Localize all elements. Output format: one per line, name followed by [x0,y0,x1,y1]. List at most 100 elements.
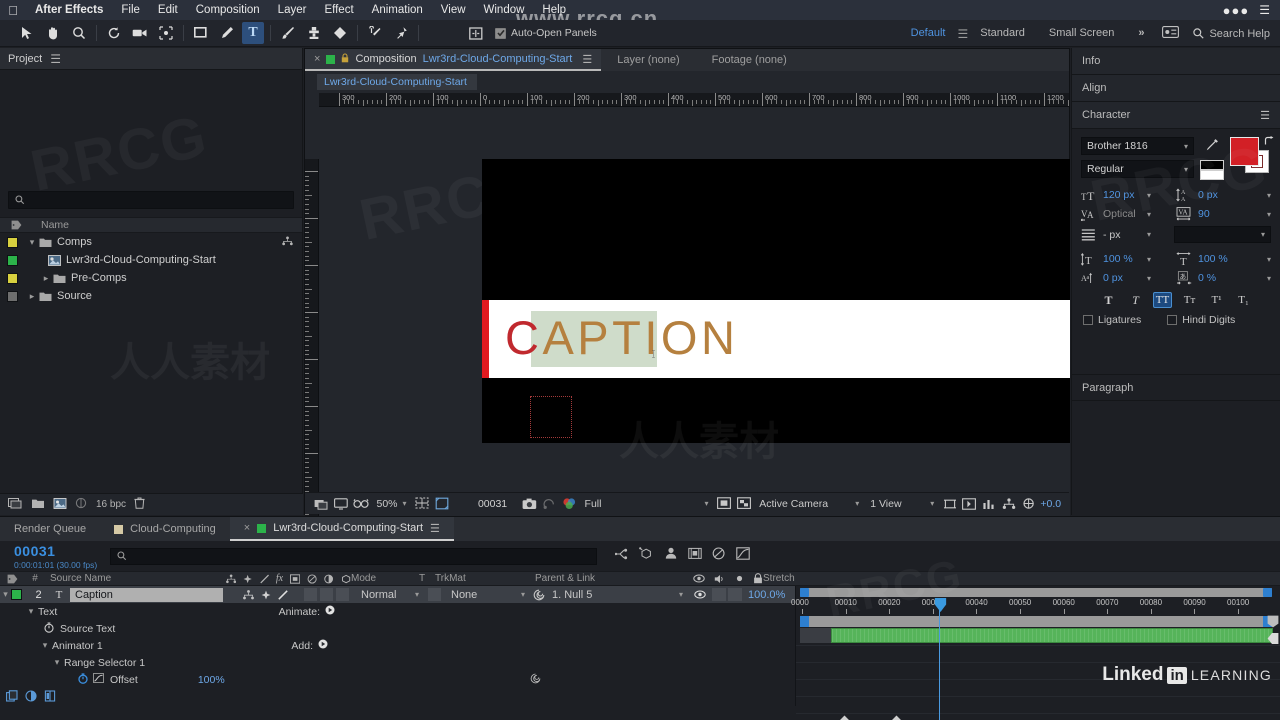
disclosure-open-icon[interactable]: ▾ [24,606,38,617]
column-parent-link[interactable]: Parent & Link [535,573,691,584]
character-panel-header[interactable]: Character ☰ [1072,102,1280,129]
shy-icon[interactable] [282,236,302,249]
swap-colors-icon[interactable] [1264,134,1275,152]
hindi-digits-checkbox[interactable]: Hindi Digits [1167,314,1235,326]
project-row-source[interactable]: ▸ Source [0,287,302,305]
horizontal-scale-value[interactable]: 100 % [1198,253,1242,265]
tracking-value[interactable]: 90 [1198,208,1242,220]
chevron-down-icon[interactable]: ▾ [1267,274,1271,283]
fill-color-swatch[interactable] [1230,137,1259,166]
fast-previews-icon[interactable] [961,496,978,512]
pan-behind-anchor-tool[interactable] [155,22,177,44]
comp-marker-icon[interactable] [1267,615,1279,633]
disclosure-open-icon[interactable]: ▾ [0,589,11,600]
menu-layer[interactable]: Layer [269,0,316,20]
parent-link-dropdown[interactable]: 1. Null 5 ▾ [548,589,688,601]
close-icon[interactable]: × [314,53,320,65]
tab-render-queue[interactable]: Render Queue [0,517,100,541]
grid-guides-icon[interactable] [414,496,431,512]
property-row-offset[interactable]: Offset 100% [0,671,795,688]
current-time-indicator[interactable] [939,600,940,720]
column-trkmat[interactable]: TrkMat [435,573,535,584]
graph-editor-icon[interactable] [736,547,750,565]
toggle-switches-icon-2[interactable] [25,689,37,707]
menu-composition[interactable]: Composition [187,0,269,20]
project-column-name[interactable]: Name [32,219,69,231]
chevron-down-icon[interactable]: ▾ [1147,191,1151,200]
view-layout-dropdown[interactable]: 1 View ▾ [866,497,938,511]
composition-canvas[interactable]: RRCG CAPTION 人人素材 [319,159,1070,542]
type-tool[interactable]: T [242,22,264,44]
column-stretch[interactable]: Stretch [763,573,823,584]
faux-bold-button[interactable]: T [1099,292,1118,308]
property-row-text[interactable]: ▾ Text Animate: [0,603,795,620]
small-caps-button[interactable]: Tт [1180,292,1199,308]
menu-window[interactable]: Window [475,0,534,20]
tab-lwr3rd-cloud-computing-start[interactable]: × Lwr3rd-Cloud-Computing-Start ☰ [229,517,454,541]
stopwatch-icon[interactable] [44,621,54,636]
disclosure-open-icon[interactable]: ▾ [50,657,64,668]
tab-cloud-computing[interactable]: Cloud-Computing [100,517,230,541]
ligatures-checkbox[interactable]: Ligatures [1083,314,1141,326]
fill-stroke-color-swatches[interactable] [1230,136,1274,173]
resolution-dropdown[interactable]: Full ▾ [581,497,713,511]
region-of-interest-toggle-icon[interactable] [716,496,733,512]
column-t[interactable]: T [409,573,435,584]
timeline-graph-icon[interactable] [981,496,998,512]
composition-name-chip[interactable]: Lwr3rd-Cloud-Computing-Start [317,74,477,90]
workspace-edit-icon[interactable] [1156,26,1185,41]
chevron-down-icon[interactable]: ▾ [1147,210,1151,219]
work-area-start-handle[interactable] [800,588,809,597]
close-icon[interactable]: × [244,522,250,534]
timeline-search-input[interactable] [110,547,597,565]
keyframe-diamond[interactable] [839,715,850,720]
duration-start-handle[interactable] [800,616,809,627]
toggle-switches-modes-icon[interactable] [6,689,18,707]
transparency-grid-icon[interactable] [735,496,752,512]
brush-tool[interactable] [277,22,299,44]
character-panel-menu-icon[interactable]: ☰ [1260,109,1270,122]
workspace-default[interactable]: Default [899,20,958,47]
chevron-down-icon[interactable]: ▾ [1267,210,1271,219]
trkmat-swatch[interactable] [423,588,445,601]
draft-3d-icon[interactable] [639,547,654,565]
stopwatch-active-icon[interactable] [78,672,88,687]
menu-view[interactable]: View [432,0,475,20]
reset-exposure-icon[interactable] [1021,496,1038,512]
tab-footage[interactable]: Footage (none) [696,54,803,66]
project-search-input[interactable] [8,191,294,209]
switch-cell[interactable] [336,588,349,601]
stroke-type-dropdown[interactable]: ▾ [1173,226,1271,243]
channel-rgb-icon[interactable] [561,496,578,512]
keyframe-diamond[interactable] [891,715,902,720]
font-family-dropdown[interactable]: Brother 1816 ▾ [1081,137,1194,155]
kerning-value[interactable]: Optical [1103,208,1147,220]
roto-brush-tool[interactable] [364,22,386,44]
project-panel-menu-icon[interactable]: ☰ [50,52,61,66]
camera-tool[interactable] [129,22,151,44]
menu-effect[interactable]: Effect [315,0,362,20]
label-swatch[interactable] [7,290,18,302]
color-depth-icon[interactable] [75,497,88,512]
new-folder-icon[interactable] [31,498,45,512]
vertical-scale-value[interactable]: 100 % [1103,253,1147,265]
switch-cell[interactable] [320,588,333,601]
trkmat-dropdown[interactable]: None ▾ [445,589,529,601]
font-size-value[interactable]: 120 px [1103,189,1147,201]
layer-switch-cells[interactable] [304,588,349,601]
shape-tool[interactable] [190,22,212,44]
disclosure-closed-icon[interactable]: ▸ [39,273,53,284]
interpret-footage-icon[interactable] [8,497,23,512]
enable-motion-blur-icon[interactable] [712,547,726,565]
pen-tool[interactable] [216,22,238,44]
tab-layer[interactable]: Layer (none) [601,54,695,66]
subscript-button[interactable]: T₁ [1234,292,1253,308]
region-of-interest-icon[interactable] [433,496,450,512]
workspace-menu-icon[interactable]: ☰ [957,27,968,41]
layer-bar-track[interactable] [800,628,1273,645]
layer-bar-end-handle[interactable] [1267,632,1279,650]
enable-frame-blending-icon[interactable] [688,547,702,565]
project-row-comps[interactable]: ▾ Comps [0,233,302,251]
puppet-pin-tool[interactable] [390,22,412,44]
camera-view-dropdown[interactable]: Active Camera ▾ [755,497,863,511]
